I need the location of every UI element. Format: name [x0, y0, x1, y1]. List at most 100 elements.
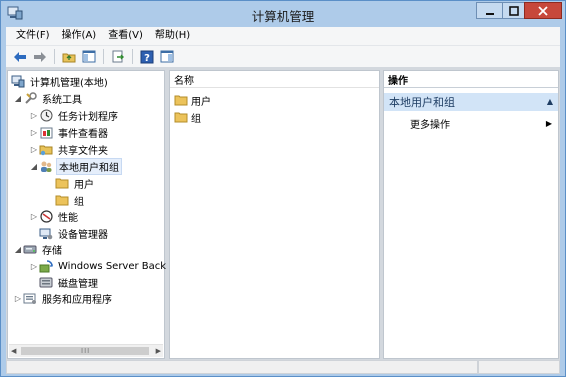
submenu-arrow-icon: ▶ [545, 118, 552, 128]
column-header-name[interactable]: 名称 [170, 71, 379, 88]
help-icon: ? [140, 50, 153, 64]
collapsed-arrow-icon[interactable]: ▷ [29, 262, 39, 271]
scroll-right-icon[interactable]: ▶ [156, 347, 161, 355]
tree-horizontal-scrollbar[interactable]: ◀ III ▶ [9, 344, 163, 357]
scrollbar-thumb[interactable]: III [21, 347, 149, 355]
collapsed-arrow-icon[interactable]: ▷ [29, 111, 39, 120]
expanded-arrow-icon[interactable]: ◢ [29, 162, 39, 171]
backup-icon [39, 259, 53, 273]
device-manager-icon [39, 226, 53, 240]
status-bar [6, 360, 560, 374]
folder-icon [174, 94, 188, 106]
tree-label: 磁盘管理 [58, 278, 98, 290]
tree-label: 共享文件夹 [58, 145, 108, 157]
list-item-users[interactable]: 用户 [174, 92, 211, 108]
folder-icon [174, 111, 188, 123]
tree-item-device-manager[interactable]: 设备管理器 [39, 225, 109, 241]
storage-icon [23, 242, 37, 256]
help-button[interactable]: ? [137, 47, 156, 66]
title-bar[interactable]: 计算机管理 [1, 1, 565, 27]
maximize-icon [508, 5, 519, 16]
tree-item-root[interactable]: 计算机管理(本地) [11, 73, 109, 89]
menu-file[interactable]: 文件(F) [10, 27, 56, 45]
tree-item-groups[interactable]: 组 [55, 192, 85, 208]
collapsed-arrow-icon[interactable]: ▷ [29, 145, 39, 154]
result-pane[interactable]: 名称 用户 组 [169, 70, 380, 359]
show-hide-action-pane-button[interactable] [157, 47, 176, 66]
toolbar-separator [132, 49, 133, 64]
console-tree[interactable]: 计算机管理(本地) ◢ 系统工具 ▷ 任务计划程序 ▷ 事件查看器 ▷ 共享文件… [7, 70, 167, 359]
performance-icon [39, 209, 53, 223]
list-item-label: 组 [191, 113, 201, 125]
shared-folder-icon [39, 142, 53, 156]
collapsed-arrow-icon[interactable]: ▷ [29, 212, 39, 221]
expanded-arrow-icon[interactable]: ◢ [13, 245, 23, 254]
more-actions-label: 更多操作 [410, 119, 450, 131]
up-folder-icon [62, 53, 75, 63]
export-list-button[interactable] [108, 47, 127, 66]
maximize-button[interactable] [502, 2, 524, 19]
tree-label: 任务计划程序 [58, 111, 118, 123]
close-icon [538, 5, 548, 16]
back-button[interactable] [10, 47, 29, 66]
clock-icon [39, 108, 53, 122]
tree-label: 服务和应用程序 [42, 294, 112, 306]
action-pane-header: 操作 [384, 71, 558, 88]
menu-action[interactable]: 操作(A) [56, 27, 103, 45]
expanded-arrow-icon[interactable]: ◢ [13, 94, 23, 103]
collapse-up-icon[interactable]: ▲ [547, 97, 553, 106]
tree-label: Windows Server Back [58, 260, 167, 272]
tree-item-system-tools[interactable]: ◢ 系统工具 [13, 90, 83, 106]
tree-item-event-viewer[interactable]: ▷ 事件查看器 [29, 124, 109, 140]
tree-item-disk-management[interactable]: 磁盘管理 [39, 274, 99, 290]
tools-icon [23, 91, 37, 105]
menu-view[interactable]: 查看(V) [102, 27, 149, 45]
grip-icon: III [81, 347, 91, 355]
list-item-label: 用户 [191, 96, 211, 108]
menu-help[interactable]: 帮助(H) [149, 27, 196, 45]
computer-management-icon [11, 74, 25, 88]
tree-label: 性能 [58, 212, 78, 224]
tree-item-shared-folders[interactable]: ▷ 共享文件夹 [29, 141, 109, 157]
svg-text:?: ? [144, 53, 150, 64]
tree-item-local-users-groups[interactable]: ◢ 本地用户和组 [29, 157, 122, 175]
forward-button[interactable] [30, 47, 49, 66]
event-viewer-icon [39, 125, 53, 139]
tree-label: 存储 [42, 245, 62, 257]
more-actions-item[interactable]: 更多操作 ▶ [410, 115, 556, 131]
up-one-level-button[interactable] [59, 47, 78, 66]
action-group-local-users-groups[interactable]: 本地用户和组 ▲ [384, 93, 558, 111]
status-cell [6, 360, 478, 374]
scroll-left-icon[interactable]: ◀ [11, 347, 16, 355]
tree-label: 组 [74, 196, 84, 208]
tree-label: 计算机管理(本地) [30, 77, 108, 89]
toolbar-separator [103, 49, 104, 64]
tree-item-performance[interactable]: ▷ 性能 [29, 208, 79, 224]
forward-arrow-icon [33, 51, 46, 62]
tree-label: 用户 [74, 179, 94, 191]
services-icon [23, 291, 37, 305]
show-hide-tree-button[interactable] [79, 47, 98, 66]
toolbar-separator [54, 49, 55, 64]
tree-item-storage[interactable]: ◢ 存储 [13, 241, 63, 257]
tree-label: 本地用户和组 [56, 157, 122, 175]
back-arrow-icon [13, 51, 26, 62]
collapsed-arrow-icon[interactable]: ▷ [29, 128, 39, 137]
tree-item-users[interactable]: 用户 [55, 175, 95, 191]
tree-item-task-scheduler[interactable]: ▷ 任务计划程序 [29, 107, 119, 123]
minimize-button[interactable] [476, 2, 502, 19]
minimize-icon [485, 12, 494, 15]
show-hide-tree-icon [82, 50, 95, 63]
tree-item-services-applications[interactable]: ▷ 服务和应用程序 [13, 290, 113, 306]
tree-item-windows-server-backup[interactable]: ▷ Windows Server Back [29, 258, 167, 274]
action-pane: 操作 本地用户和组 ▲ 更多操作 ▶ [383, 70, 559, 359]
tree-label: 设备管理器 [58, 229, 108, 241]
menu-bar: 文件(F) 操作(A) 查看(V) 帮助(H) [6, 27, 560, 45]
collapsed-arrow-icon[interactable]: ▷ [13, 294, 23, 303]
disk-management-icon [39, 275, 53, 289]
export-list-icon [112, 50, 124, 63]
list-item-groups[interactable]: 组 [174, 109, 201, 125]
folder-icon [55, 176, 69, 190]
status-cell [478, 360, 560, 374]
close-button[interactable] [524, 2, 562, 19]
